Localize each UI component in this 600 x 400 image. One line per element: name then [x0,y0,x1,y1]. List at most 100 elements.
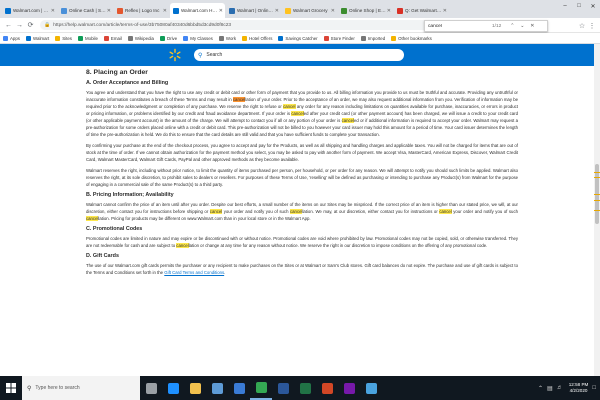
paragraph-pricing: Walmart cannot confirm the price of an i… [86,202,518,221]
close-icon[interactable]: ✕ [219,8,223,14]
notification-icon[interactable]: □ [592,385,596,391]
bookmark-label: Store Finder [330,35,355,41]
find-match: cancel [439,209,452,214]
search-icon: ⚲ [198,52,203,59]
back-arrow-icon[interactable]: ← [3,20,14,31]
bookmark-item[interactable]: Hotel Offers [242,35,273,41]
browser-tab[interactable]: Walmart.com | Save Money. Li✕ [2,3,57,18]
bookmark-item[interactable]: Other bookmarks [391,35,432,41]
close-icon[interactable]: ✕ [163,8,167,14]
bookmark-item[interactable]: Sites [55,35,72,41]
find-marker [594,172,600,173]
file-explorer-icon [189,382,201,394]
close-icon[interactable]: ✕ [51,8,55,14]
close-icon[interactable]: ✕ [275,8,279,14]
browser-tab[interactable]: Walmart | Online Cash✕ [226,3,281,18]
taskbar-app-edge[interactable] [162,376,184,400]
favicon-icon [173,7,179,14]
tab-label: Reflex | Logo Inc [125,8,160,13]
bookmark-item[interactable]: Drive [159,35,178,41]
menu-icon[interactable]: ⋮ [587,20,597,31]
bookmark-item[interactable]: Apps [3,35,20,41]
bookmark-icon [159,35,165,41]
taskbar-app-chrome[interactable] [250,376,272,400]
forward-arrow-icon[interactable]: → [14,20,25,31]
photos-icon [365,382,377,394]
bookmark-label: Hotel Offers [249,35,273,41]
favicon-icon [61,7,67,14]
clock-date: 4/2/2020 [569,388,588,393]
bookmark-item[interactable]: Walmart [26,35,49,41]
bookmark-icon [278,35,284,41]
bookmark-item[interactable]: Wikipedia [127,35,154,41]
bookmark-item[interactable]: Imported [360,35,385,41]
bookmark-item[interactable]: Work [218,35,237,41]
tab-label: Online Shop | Everyday Sav [349,8,386,13]
star-icon[interactable]: ☆ [577,20,587,31]
close-icon[interactable]: ✕ [331,8,335,14]
taskbar-app-mail[interactable] [228,376,250,400]
chevron-up-icon[interactable]: ⌃ [538,385,543,392]
start-button[interactable] [0,376,22,400]
bookmark-item[interactable]: Email [103,35,122,41]
browser-tab[interactable]: Reflex | Logo Inc ✕ [114,3,169,18]
find-previous-icon[interactable]: ⌃ [507,23,517,29]
system-clock[interactable]: 12:58 PM 4/2/2020 [569,382,589,394]
taskbar-app-excel[interactable] [294,376,316,400]
paragraph-order-acceptance: You agree and understand that you have t… [86,90,518,137]
window-controls: – □ ✕ [558,0,600,12]
address-bar[interactable]: 🔒 https://help.walmart.com/article/terms… [40,20,440,30]
bookmark-label: Work [225,35,237,41]
maximize-button[interactable]: □ [572,0,586,12]
page-scrollbar[interactable] [594,44,600,376]
section-title: 8. Placing an Order [86,69,148,76]
walmart-spark-logo[interactable] [168,48,182,62]
minimize-button[interactable]: – [558,0,572,12]
taskbar-app-store[interactable] [206,376,228,400]
subsection-gift-cards: D. Gift Cards [86,253,119,259]
bookmark-label: Drive [166,35,178,41]
bookmark-item[interactable]: Mobile [77,35,98,41]
close-window-button[interactable]: ✕ [586,0,600,12]
bookmark-label: Sites [62,35,72,41]
onenote-icon [343,382,355,394]
network-icon[interactable]: ▤ [547,385,553,392]
tab-label: Walmart | Online Cash [237,8,274,13]
gift-card-terms-link[interactable]: Gift Card Terms and Conditions [164,270,224,275]
browser-tab[interactable]: Walmart.com Help: Terms✕ [170,3,225,18]
find-in-page-bar: 1/12 ⌃ ⌄ ✕ [424,20,548,32]
close-icon[interactable]: ✕ [387,8,391,14]
bookmark-icon [360,35,366,41]
taskbar-app-photos[interactable] [360,376,382,400]
bookmark-item[interactable]: My Classes [183,35,213,41]
browser-tab[interactable]: Walmart Grocery ✕ [282,3,337,18]
browser-tab[interactable]: Online Cash | Shopping✕ [58,3,113,18]
browser-tab[interactable]: Q: Get Walmart | Answers✕ [394,3,449,18]
mail-icon [233,382,245,394]
bookmark-icon [127,35,133,41]
taskbar-app-onenote[interactable] [338,376,360,400]
volume-icon[interactable]: ♬ [557,385,563,391]
find-match: cancel [291,111,304,116]
bookmark-icon [77,35,83,41]
taskbar-app-word[interactable] [272,376,294,400]
taskbar-apps [140,376,382,400]
taskbar-search[interactable]: ⚲ Type here to search [22,376,140,400]
paragraph-confirming-purchase: By confirming your purchase at the end o… [86,143,518,162]
close-icon[interactable]: ✕ [107,8,111,14]
find-input[interactable] [428,23,488,29]
taskbar-app-powerpoint[interactable] [316,376,338,400]
find-marker [594,194,600,195]
taskbar-app-file-explorer[interactable] [184,376,206,400]
reload-icon[interactable]: ⟳ [25,20,36,31]
taskbar-app-task-view[interactable] [140,376,162,400]
close-icon[interactable]: ✕ [443,8,447,14]
find-next-icon[interactable]: ⌄ [517,23,527,29]
favicon-icon [341,7,347,14]
site-search-input[interactable]: ⚲ Search [194,49,404,61]
subsection-pricing: B. Pricing Information; Availability [86,192,174,198]
bookmark-item[interactable]: Store Finder [323,35,355,41]
find-close-icon[interactable]: ✕ [527,23,537,29]
bookmark-item[interactable]: Savings Catcher [278,35,318,41]
browser-tab[interactable]: Online Shop | Everyday Sav✕ [338,3,393,18]
